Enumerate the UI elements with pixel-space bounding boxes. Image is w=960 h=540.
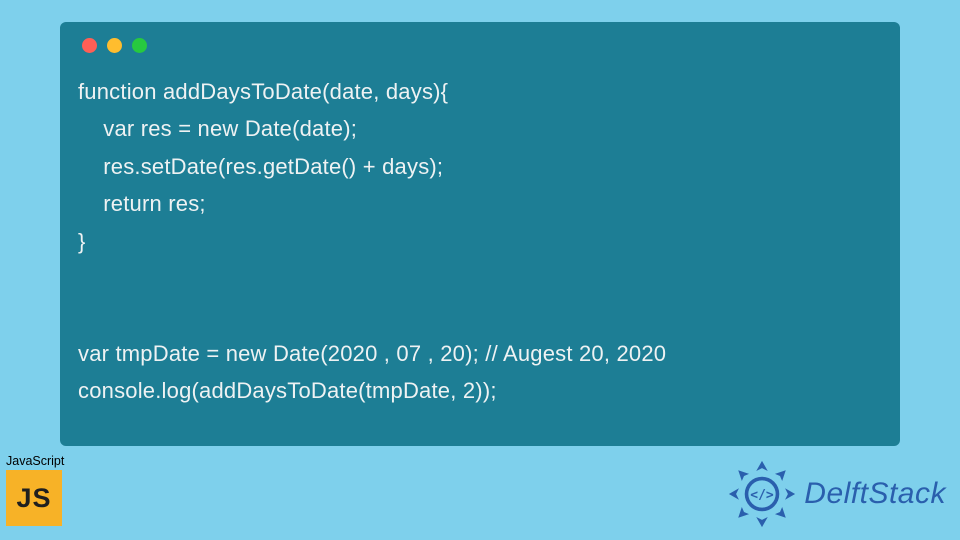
traffic-dot-minimize-icon [107, 38, 122, 53]
code-line: var tmpDate = new Date(2020 , 07 , 20); … [78, 341, 666, 366]
code-line: } [78, 229, 86, 254]
code-line: console.log(addDaysToDate(tmpDate, 2)); [78, 378, 497, 403]
code-line: res.setDate(res.getDate() + days); [78, 154, 443, 179]
svg-text:</>: </> [751, 488, 775, 503]
traffic-dot-maximize-icon [132, 38, 147, 53]
javascript-badge: JavaScript JS [6, 454, 74, 526]
javascript-logo-text: JS [16, 483, 51, 514]
javascript-badge-label: JavaScript [6, 454, 74, 468]
window-traffic-dots [82, 38, 882, 53]
javascript-logo-icon: JS [6, 470, 62, 526]
code-window: function addDaysToDate(date, days){ var … [60, 22, 900, 446]
code-line: var res = new Date(date); [78, 116, 357, 141]
code-line: return res; [78, 191, 206, 216]
traffic-dot-close-icon [82, 38, 97, 53]
code-line: function addDaysToDate(date, days){ [78, 79, 448, 104]
code-block: function addDaysToDate(date, days){ var … [78, 73, 882, 410]
delftstack-logo-icon: </> [726, 458, 798, 530]
brand-name: DelftStack [804, 477, 946, 511]
brand-watermark: </> DelftStack [726, 458, 946, 530]
